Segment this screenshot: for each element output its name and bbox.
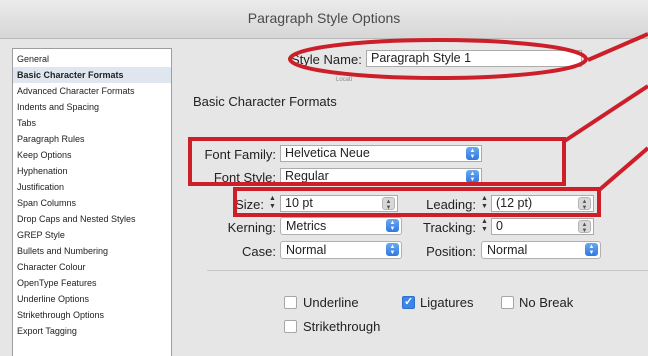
underline-label: Underline bbox=[303, 295, 359, 310]
chevron-updown-icon: ▲ ▼ bbox=[585, 243, 598, 256]
sidebar-item-opentype-features[interactable]: OpenType Features bbox=[13, 275, 171, 291]
kerning-select[interactable]: Metrics ▲ ▼ bbox=[280, 217, 402, 235]
down-arrow-icon[interactable]: ▼ bbox=[480, 203, 489, 211]
strikethrough-checkbox[interactable] bbox=[284, 320, 297, 333]
underline-checkbox[interactable] bbox=[284, 296, 297, 309]
style-name-input[interactable]: Paragraph Style 1 bbox=[366, 50, 582, 67]
tracking-stepper[interactable]: ▲ ▼ bbox=[480, 218, 489, 235]
font-family-combo[interactable]: Helvetica Neue ▲ ▼ bbox=[280, 145, 482, 162]
location-hint: Locati bbox=[336, 77, 353, 83]
kerning-label: Kerning: bbox=[227, 220, 276, 235]
size-combo[interactable]: 10 pt ▲ ▼ bbox=[280, 195, 398, 212]
chevron-updown-icon: ▲ ▼ bbox=[386, 219, 399, 232]
font-style-combo[interactable]: Regular ▲ ▼ bbox=[280, 168, 482, 185]
ligatures-label: Ligatures bbox=[420, 295, 474, 310]
case-select[interactable]: Normal ▲ ▼ bbox=[280, 241, 402, 259]
sidebar-item-justification[interactable]: Justification bbox=[13, 179, 171, 195]
sidebar-item-tabs[interactable]: Tabs bbox=[13, 115, 171, 131]
position-label: Position: bbox=[426, 244, 476, 259]
chevron-updown-icon: ▲ ▼ bbox=[386, 243, 399, 256]
font-family-value: Helvetica Neue bbox=[285, 146, 370, 160]
sidebar-item-general[interactable]: General bbox=[13, 51, 171, 67]
tracking-label: Tracking: bbox=[423, 220, 476, 235]
down-arrow-icon[interactable]: ▼ bbox=[480, 226, 489, 234]
chevron-updown-icon[interactable]: ▲ ▼ bbox=[578, 220, 591, 234]
size-value: 10 pt bbox=[285, 196, 313, 210]
down-arrow-icon[interactable]: ▼ bbox=[268, 203, 277, 211]
strikethrough-label: Strikethrough bbox=[303, 319, 381, 334]
no-break-checkbox[interactable] bbox=[501, 296, 514, 309]
sidebar-item-drop-caps[interactable]: Drop Caps and Nested Styles bbox=[13, 211, 171, 227]
sidebar-item-basic-character-formats[interactable]: Basic Character Formats bbox=[13, 67, 171, 83]
category-list[interactable]: General Basic Character Formats Advanced… bbox=[12, 48, 172, 356]
tracking-combo[interactable]: 0 ▲ ▼ bbox=[491, 218, 594, 235]
case-value: Normal bbox=[286, 243, 327, 257]
title-bar: Paragraph Style Options bbox=[0, 0, 648, 39]
tracking-value: 0 bbox=[496, 219, 503, 233]
up-arrow-icon[interactable]: ▲ bbox=[480, 195, 489, 203]
chevron-updown-icon[interactable]: ▲ ▼ bbox=[578, 197, 591, 211]
leading-value: (12 pt) bbox=[496, 196, 533, 210]
up-arrow-icon[interactable]: ▲ bbox=[480, 218, 489, 226]
sidebar-item-indents-and-spacing[interactable]: Indents and Spacing bbox=[13, 99, 171, 115]
sidebar-item-strikethrough-options[interactable]: Strikethrough Options bbox=[13, 307, 171, 323]
sidebar-item-span-columns[interactable]: Span Columns bbox=[13, 195, 171, 211]
sidebar-item-hyphenation[interactable]: Hyphenation bbox=[13, 163, 171, 179]
window-title: Paragraph Style Options bbox=[247, 10, 401, 26]
kerning-value: Metrics bbox=[286, 219, 327, 233]
style-name-label: Style Name: bbox=[291, 52, 362, 67]
sidebar-item-export-tagging[interactable]: Export Tagging bbox=[13, 323, 171, 339]
ligatures-checkbox[interactable] bbox=[402, 295, 415, 309]
sidebar-item-bullets-and-numbering[interactable]: Bullets and Numbering bbox=[13, 243, 171, 259]
chevron-updown-icon[interactable]: ▲ ▼ bbox=[382, 197, 395, 211]
font-family-label: Font Family: bbox=[204, 147, 276, 162]
sidebar-item-grep-style[interactable]: GREP Style bbox=[13, 227, 171, 243]
annotation-arrow-line bbox=[561, 84, 648, 144]
size-stepper[interactable]: ▲ ▼ bbox=[268, 195, 277, 212]
sidebar-item-advanced-character-formats[interactable]: Advanced Character Formats bbox=[13, 83, 171, 99]
size-label: Size: bbox=[235, 197, 264, 212]
leading-stepper[interactable]: ▲ ▼ bbox=[480, 195, 489, 212]
leading-label: Leading: bbox=[426, 197, 476, 212]
sidebar-item-paragraph-rules[interactable]: Paragraph Rules bbox=[13, 131, 171, 147]
annotation-arrow-line bbox=[596, 146, 648, 193]
up-arrow-icon[interactable]: ▲ bbox=[268, 195, 277, 203]
divider bbox=[207, 270, 648, 271]
font-style-value: Regular bbox=[285, 169, 329, 183]
chevron-updown-icon[interactable]: ▲ ▼ bbox=[466, 147, 479, 160]
position-value: Normal bbox=[487, 243, 528, 257]
position-select[interactable]: Normal ▲ ▼ bbox=[481, 241, 601, 259]
leading-combo[interactable]: (12 pt) ▲ ▼ bbox=[491, 195, 594, 212]
font-style-label: Font Style: bbox=[213, 170, 276, 185]
sidebar-item-keep-options[interactable]: Keep Options bbox=[13, 147, 171, 163]
sidebar-item-underline-options[interactable]: Underline Options bbox=[13, 291, 171, 307]
chevron-updown-icon[interactable]: ▲ ▼ bbox=[466, 170, 479, 183]
sidebar-item-character-colour[interactable]: Character Colour bbox=[13, 259, 171, 275]
no-break-label: No Break bbox=[519, 295, 574, 310]
case-label: Case: bbox=[242, 244, 276, 259]
section-title: Basic Character Formats bbox=[193, 94, 337, 109]
